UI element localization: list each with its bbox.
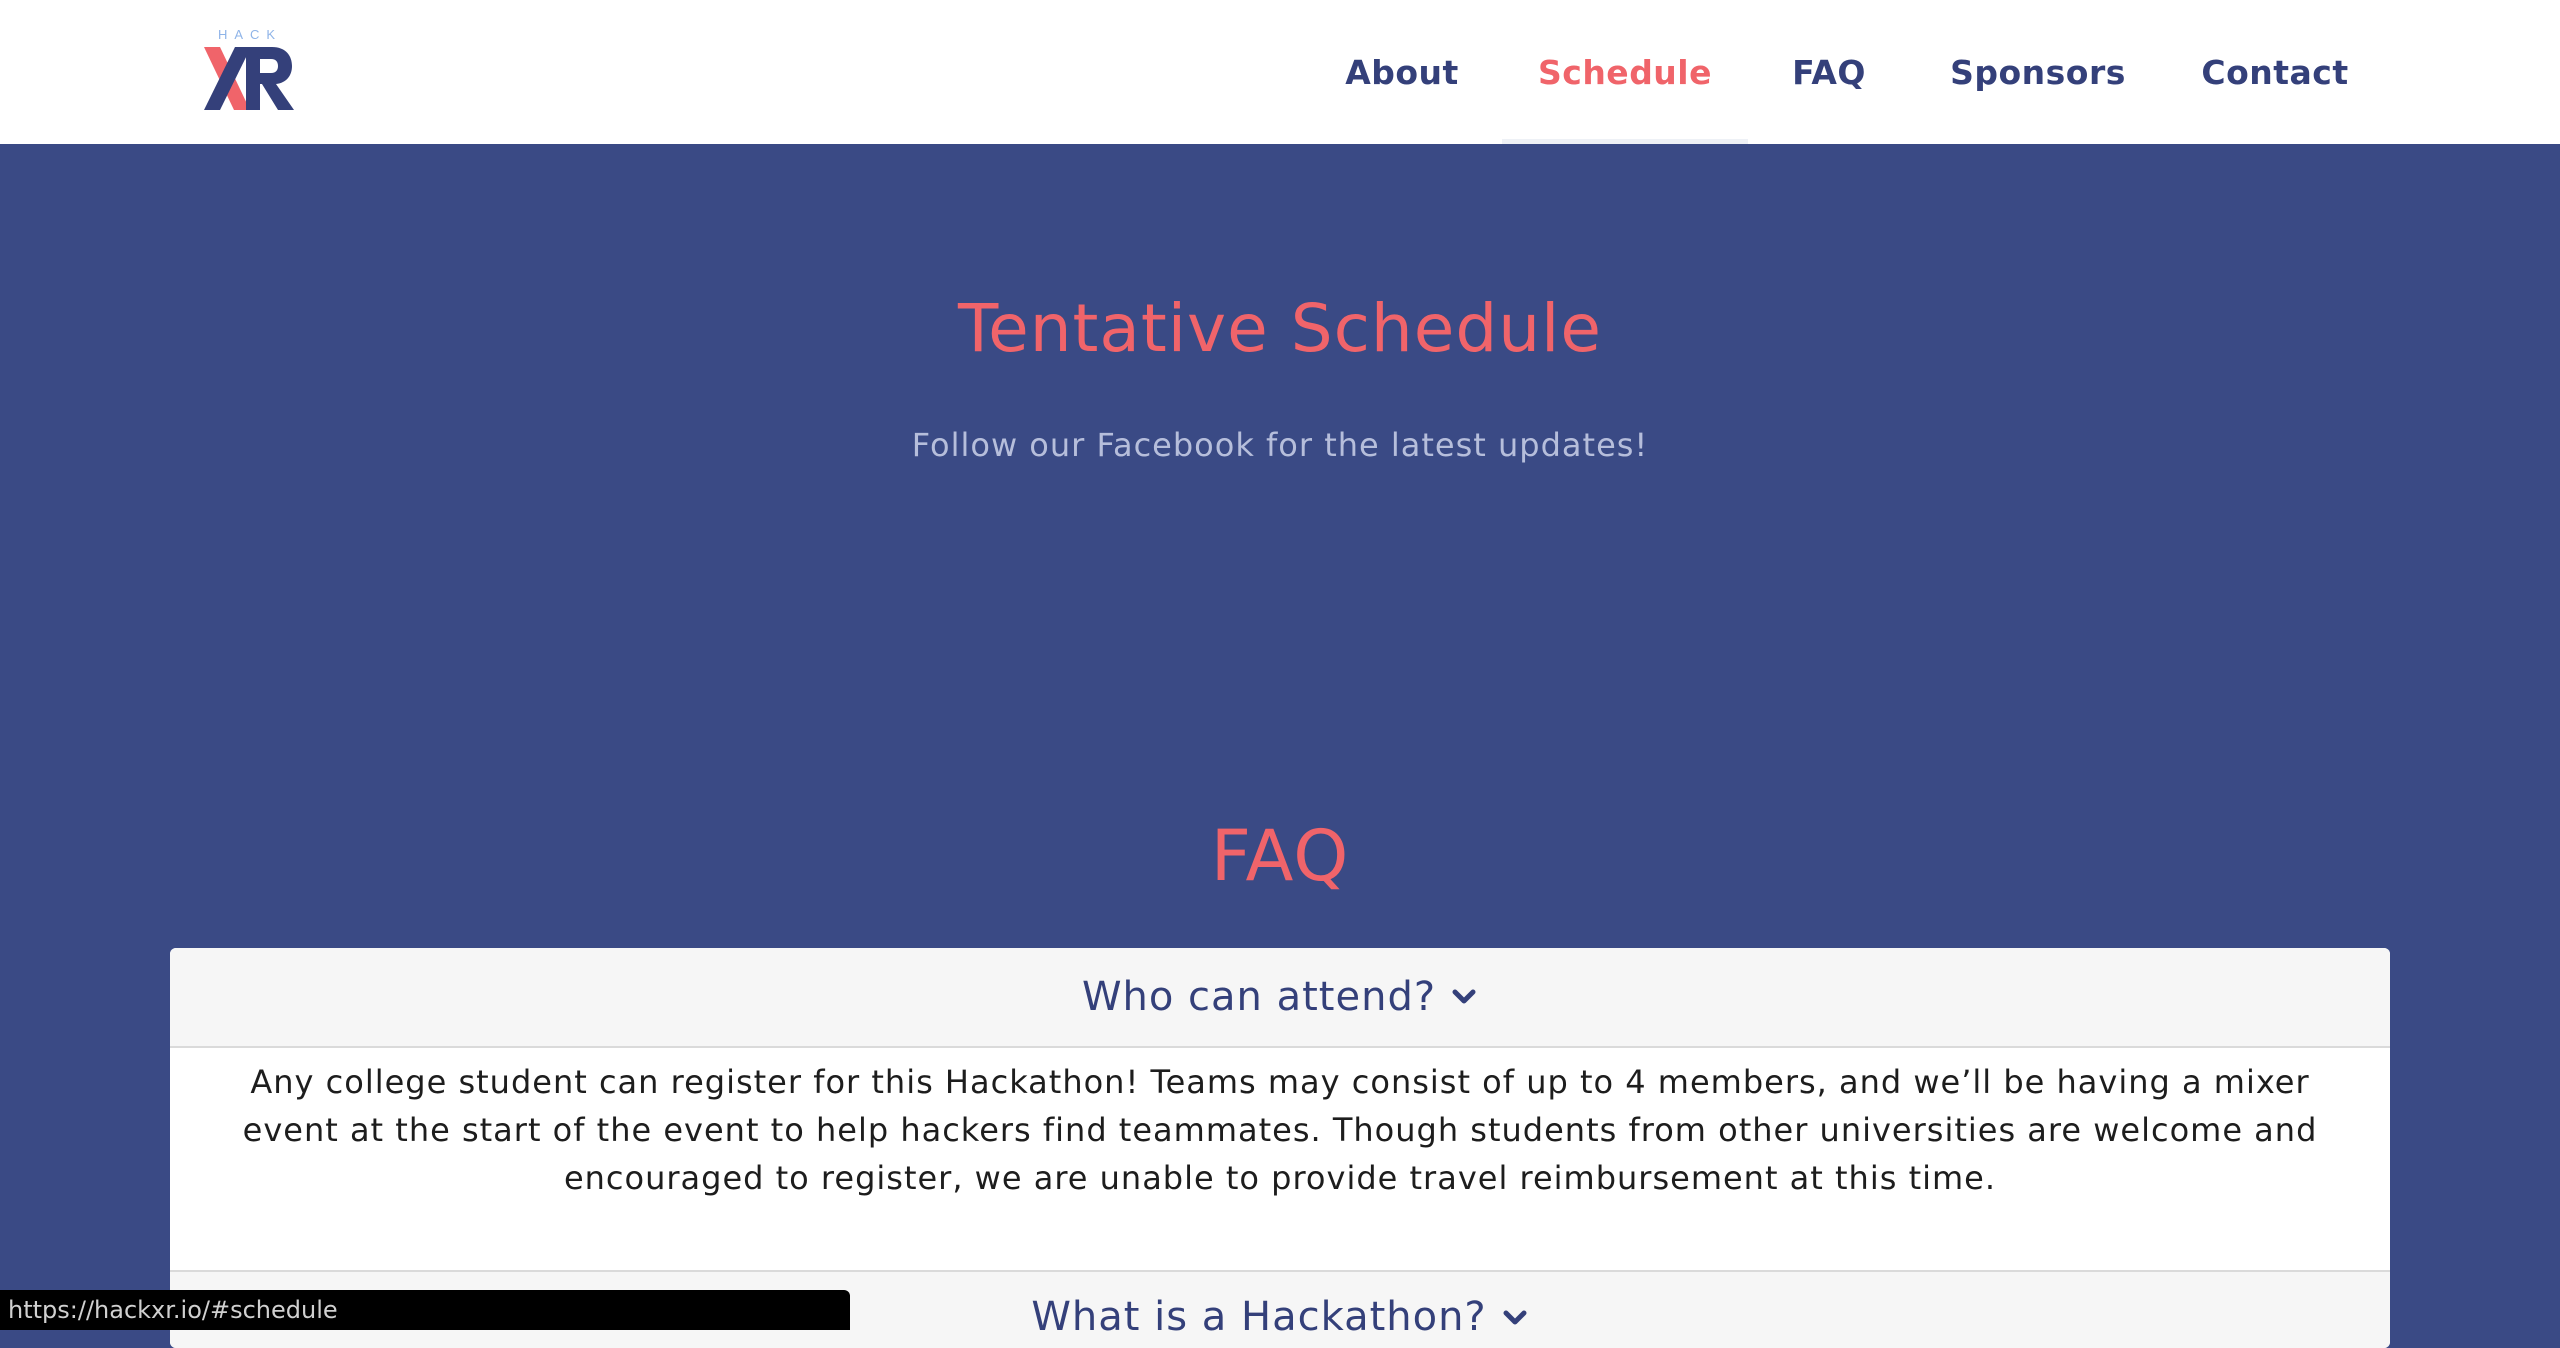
faq-question-who-can-attend[interactable]: Who can attend? [170,948,2390,1048]
faq-question-text: What is a Hackathon? [1031,1294,1487,1340]
active-nav-indicator [1502,139,1748,144]
logo-small-text: HACK [218,27,282,42]
hackxr-logo-icon: HACK [204,27,294,110]
chevron-down-icon [1452,989,1476,1004]
faq-title: FAQ [1210,815,1350,897]
nav-contact[interactable]: Contact [2194,0,2356,144]
nav-faq[interactable]: FAQ [1776,0,1882,144]
faq-answer-who-can-attend: Any college student can register for thi… [242,1063,2318,1197]
nav-schedule[interactable]: Schedule [1502,0,1748,144]
nav-about[interactable]: About [1330,0,1474,144]
hackxr-logo[interactable]: HACK [200,26,300,118]
schedule-subtitle: Follow our Facebook for the latest updat… [911,426,1649,464]
browser-status-bar: https://hackxr.io/#schedule [0,1290,850,1330]
schedule-title: Tentative Schedule [957,290,1602,367]
nav-sponsors[interactable]: Sponsors [1940,0,2136,144]
faq-question-text: Who can attend? [1081,974,1437,1020]
navbar: HACK About Schedule FAQ Sponsors Contact [0,0,2560,144]
faq-accordion: Who can attend? Any college student can … [170,948,2390,1348]
chevron-down-icon [1503,1310,1527,1325]
